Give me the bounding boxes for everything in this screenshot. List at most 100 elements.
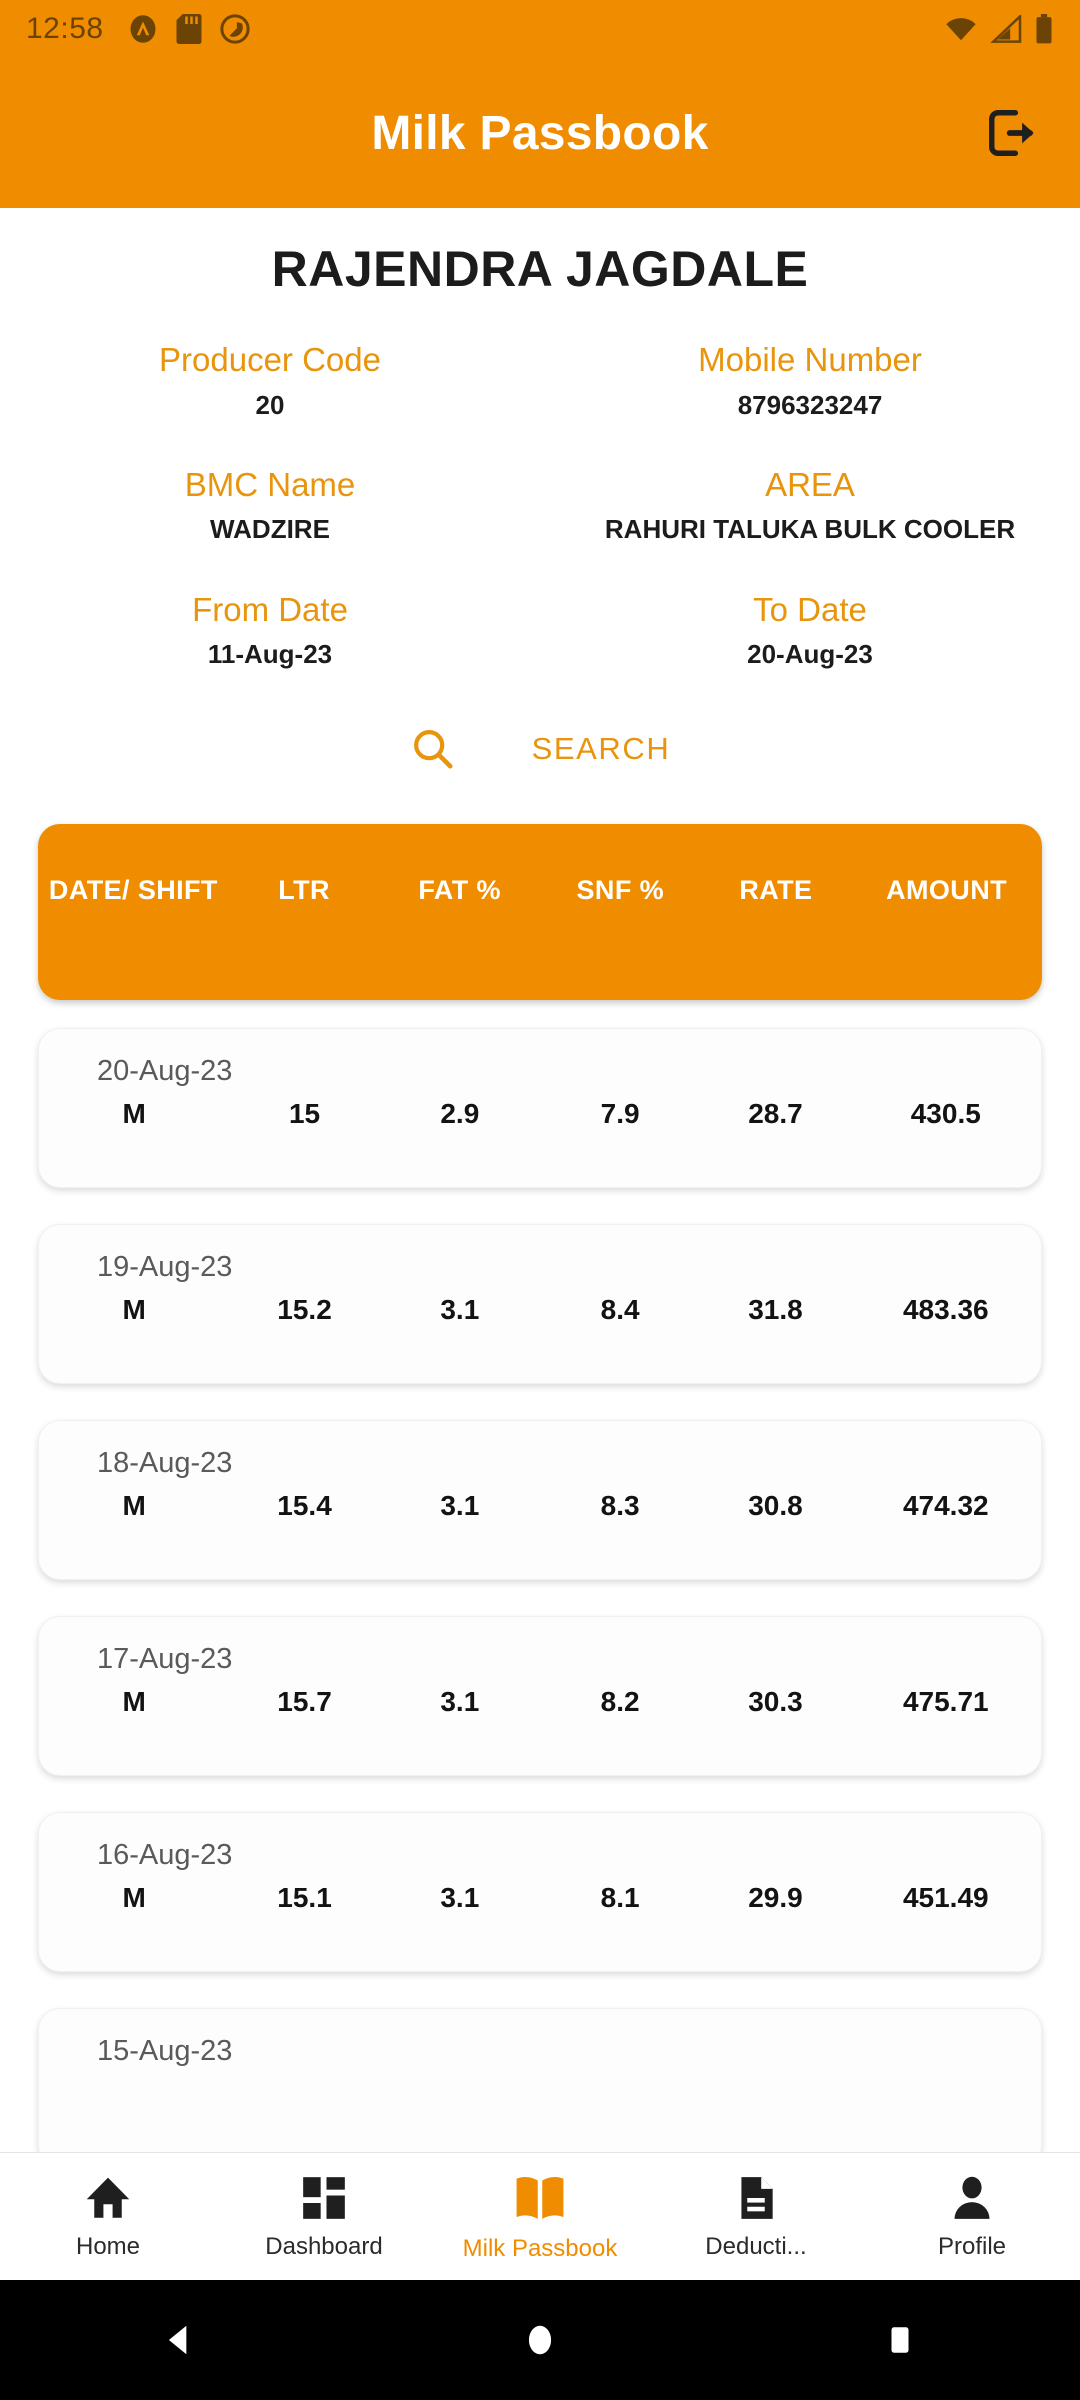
search-button-label: SEARCH — [531, 731, 671, 767]
producer-code-value: 20 — [255, 389, 285, 420]
info-cell-producer-code: Producer Code 20 — [0, 340, 540, 421]
table-row[interactable]: 17-Aug-23 M 15.7 3.1 8.2 30.3 475.71 — [38, 1616, 1042, 1777]
cell-fat: 3.1 — [440, 1490, 480, 1522]
row-values: M 15.2 3.1 8.4 31.8 483.36 — [39, 1294, 1041, 1326]
table-row[interactable]: 16-Aug-23 M 15.1 3.1 8.1 29.9 451.49 — [38, 1812, 1042, 1973]
android-navigation-bar — [0, 2280, 1080, 2400]
area-value: RAHURI TALUKA BULK COOLER — [604, 514, 1016, 545]
search-button[interactable]: SEARCH — [0, 726, 1080, 772]
mobile-number-label: Mobile Number — [698, 341, 922, 378]
cell-ltr: 15 — [288, 1098, 321, 1130]
table-row[interactable]: 19-Aug-23 M 15.2 3.1 8.4 31.8 483.36 — [38, 1224, 1042, 1385]
cell-rate: 28.7 — [748, 1098, 803, 1130]
nav-label-home: Home — [75, 2232, 141, 2260]
dashboard-grid-icon — [303, 2176, 345, 2219]
cell-snf: 8.4 — [600, 1294, 640, 1326]
android-home-button[interactable] — [480, 2280, 600, 2400]
row-date: 18-Aug-23 — [97, 1447, 233, 1480]
to-date-label: To Date — [753, 590, 867, 628]
person-icon — [954, 2176, 990, 2219]
bmc-name-label: BMC Name — [184, 465, 356, 503]
column-header-snf: SNF % — [576, 875, 665, 906]
info-cell-to-date[interactable]: To Date 20-Aug-23 — [540, 590, 1080, 671]
cell-shift: M — [122, 1098, 146, 1130]
nav-item-milk-passbook[interactable]: Milk Passbook — [432, 2171, 648, 2263]
info-cell-bmc-name: BMC Name WADZIRE — [0, 465, 540, 546]
app-screen: 12:58 Milk Passbook RAJENDRA JAGDALE Pro… — [0, 0, 1080, 2400]
nav-item-deductions[interactable]: Deducti... — [648, 2173, 864, 2261]
cell-amount: 474.32 — [902, 1490, 989, 1522]
milk-records-table: DATE/ SHIFT LTR FAT % SNF % RATE AMOUNT … — [0, 824, 1080, 2169]
table-row[interactable]: 20-Aug-23 M 15 2.9 7.9 28.7 430.5 — [38, 1028, 1042, 1189]
row-date: 17-Aug-23 — [97, 1643, 233, 1676]
page-title: Milk Passbook — [371, 106, 709, 160]
recents-square-icon — [891, 2327, 909, 2353]
wifi-icon — [946, 18, 976, 41]
cell-snf: 7.9 — [600, 1098, 640, 1130]
row-values: M 15 2.9 7.9 28.7 430.5 — [39, 1098, 1041, 1130]
table-body: 20-Aug-23 M 15 2.9 7.9 28.7 430.5 19-Aug… — [38, 1028, 1042, 2169]
nav-label-milk-passbook: Milk Passbook — [462, 2234, 618, 2262]
column-header-amount: AMOUNT — [886, 875, 1007, 906]
row-values: M 15.4 3.1 8.3 30.8 474.32 — [39, 1490, 1041, 1522]
row-date: 20-Aug-23 — [97, 1055, 233, 1088]
column-header-ltr: LTR — [278, 875, 330, 906]
nav-item-home[interactable]: Home — [0, 2173, 216, 2261]
cellular-signal-icon — [990, 15, 1022, 43]
info-row-bmc-area: BMC Name WADZIRE AREA RAHURI TALUKA BULK… — [0, 465, 1080, 546]
cell-amount: 451.49 — [902, 1882, 989, 1914]
android-back-button[interactable] — [120, 2280, 240, 2400]
search-icon — [413, 730, 453, 769]
nav-label-profile: Profile — [937, 2232, 1007, 2260]
android-recents-button[interactable] — [840, 2280, 960, 2400]
cell-ltr: 15.1 — [277, 1882, 332, 1914]
mobile-number-value: 8796323247 — [737, 389, 883, 420]
cell-ltr: 15.4 — [277, 1490, 332, 1522]
info-cell-from-date[interactable]: From Date 11-Aug-23 — [0, 590, 540, 671]
nav-item-profile[interactable]: Profile — [864, 2173, 1080, 2261]
battery-icon — [1036, 14, 1052, 44]
cell-fat: 3.1 — [440, 1294, 480, 1326]
cell-amount: 483.36 — [902, 1294, 989, 1326]
cell-snf: 8.2 — [600, 1686, 640, 1718]
status-bar-clock: 12:58 — [26, 12, 104, 45]
row-date: 15-Aug-23 — [97, 2035, 233, 2068]
from-date-value: 11-Aug-23 — [207, 639, 333, 670]
nav-item-dashboard[interactable]: Dashboard — [216, 2173, 432, 2261]
logout-icon — [989, 110, 1034, 156]
producer-code-label: Producer Code — [159, 341, 381, 378]
nav-label-deductions: Deducti... — [705, 2232, 807, 2260]
cell-amount: 430.5 — [910, 1098, 981, 1130]
status-bar-system-icons — [944, 14, 1054, 44]
cell-ltr: 15.2 — [277, 1294, 332, 1326]
table-row[interactable]: 15-Aug-23 — [38, 2008, 1042, 2169]
app-bar: Milk Passbook — [0, 58, 1080, 208]
cell-ltr: 15.7 — [277, 1686, 332, 1718]
app-notification-icon — [130, 15, 156, 43]
table-header-row: DATE/ SHIFT LTR FAT % SNF % RATE AMOUNT — [38, 824, 1042, 1001]
info-cell-mobile-number: Mobile Number 8796323247 — [540, 340, 1080, 421]
cell-fat: 3.1 — [440, 1882, 480, 1914]
producer-info-grid: Producer Code 20 Mobile Number 879632324… — [0, 340, 1080, 670]
bottom-navigation-bar: Home Dashboard Milk Passbook Deducti... … — [0, 2152, 1080, 2280]
table-row[interactable]: 18-Aug-23 M 15.4 3.1 8.3 30.8 474.32 — [38, 1420, 1042, 1581]
info-row-date-range: From Date 11-Aug-23 To Date 20-Aug-23 — [0, 590, 1080, 671]
row-values: M 15.7 3.1 8.2 30.3 475.71 — [39, 1686, 1041, 1718]
cell-amount: 475.71 — [902, 1686, 989, 1718]
cell-snf: 8.3 — [600, 1490, 640, 1522]
row-values: M 15.1 3.1 8.1 29.9 451.49 — [39, 1882, 1041, 1914]
cell-shift: M — [122, 1490, 146, 1522]
from-date-label: From Date — [192, 590, 348, 628]
home-icon — [86, 2177, 130, 2218]
info-cell-area: AREA RAHURI TALUKA BULK COOLER — [540, 465, 1080, 546]
cell-rate: 30.3 — [748, 1686, 803, 1718]
cell-shift: M — [122, 1294, 146, 1326]
sd-card-icon — [176, 14, 202, 44]
home-circle-icon — [528, 2325, 552, 2355]
status-bar: 12:58 — [0, 0, 1080, 58]
back-triangle-icon — [168, 2325, 187, 2355]
logout-button[interactable] — [974, 95, 1050, 171]
document-icon — [741, 2176, 773, 2219]
nav-label-dashboard: Dashboard — [265, 2232, 383, 2260]
column-header-fat: FAT % — [418, 875, 501, 906]
